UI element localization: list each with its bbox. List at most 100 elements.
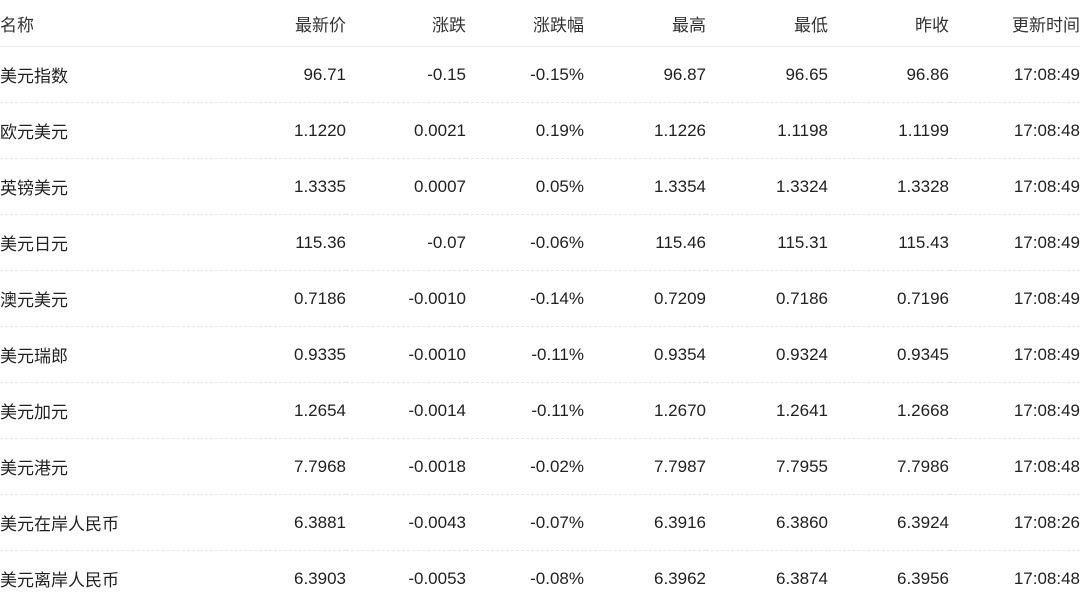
cell-high: 7.7987 [584,438,706,495]
cell-update-time: 17:08:48 [949,102,1080,159]
cell-change-pct: -0.15% [466,46,584,103]
cell-low: 6.3860 [706,494,828,551]
cell-last: 96.71 [200,46,346,103]
cell-change: 0.0021 [346,102,466,159]
cell-low: 1.2641 [706,382,828,439]
cell-update-time: 17:08:48 [949,550,1080,603]
cell-last: 1.3335 [200,158,346,215]
cell-high: 1.1226 [584,102,706,159]
cell-name[interactable]: 澳元美元 [0,270,200,327]
cell-name[interactable]: 美元在岸人民币 [0,494,200,551]
cell-name[interactable]: 美元瑞郎 [0,326,200,383]
cell-low: 115.31 [706,214,828,271]
cell-last: 6.3903 [200,550,346,603]
cell-low: 7.7955 [706,438,828,495]
cell-last: 115.36 [200,214,346,271]
cell-low: 1.1198 [706,102,828,159]
cell-prev-close: 7.7986 [828,438,949,495]
cell-low: 6.3874 [706,550,828,603]
header-change-pct: 涨跌幅 [466,0,584,47]
fx-quotes-table: 名称 最新价 涨跌 涨跌幅 最高 最低 昨收 更新时间 美元指数 96.71 -0.… [0,0,1080,603]
cell-high: 96.87 [584,46,706,103]
table-row[interactable]: 美元在岸人民币 6.3881 -0.0043 -0.07% 6.3916 6.3860 6.… [0,494,1080,551]
cell-name[interactable]: 美元日元 [0,214,200,271]
cell-update-time: 17:08:49 [949,270,1080,327]
cell-high: 1.2670 [584,382,706,439]
cell-low: 1.3324 [706,158,828,215]
cell-prev-close: 96.86 [828,46,949,103]
cell-change-pct: -0.06% [466,214,584,271]
table-row[interactable]: 美元加元 1.2654 -0.0014 -0.11% 1.2670 1.2641 1.266… [0,382,1080,439]
cell-change: -0.0053 [346,550,466,603]
cell-change: -0.07 [346,214,466,271]
cell-update-time: 17:08:48 [949,438,1080,495]
header-prev-close: 昨收 [828,0,949,47]
cell-prev-close: 1.1199 [828,102,949,159]
cell-change: -0.15 [346,46,466,103]
header-change: 涨跌 [346,0,466,47]
table-row[interactable]: 美元离岸人民币 6.3903 -0.0053 -0.08% 6.3962 6.3874 6.… [0,550,1080,603]
cell-low: 0.9324 [706,326,828,383]
table-row[interactable]: 美元日元 115.36 -0.07 -0.06% 115.46 115.31 115.43 1… [0,214,1080,271]
cell-change: -0.0043 [346,494,466,551]
cell-prev-close: 6.3924 [828,494,949,551]
header-high: 最高 [584,0,706,47]
cell-high: 0.7209 [584,270,706,327]
header-update-time: 更新时间 [949,0,1080,47]
header-low: 最低 [706,0,828,47]
cell-name[interactable]: 美元离岸人民币 [0,550,200,603]
cell-change-pct: 0.05% [466,158,584,215]
cell-high: 6.3916 [584,494,706,551]
table-body: 美元指数 96.71 -0.15 -0.15% 96.87 96.65 96.86 17:08… [0,46,1080,603]
cell-change-pct: -0.08% [466,550,584,603]
header-name: 名称 [0,0,200,47]
cell-high: 6.3962 [584,550,706,603]
cell-change-pct: -0.14% [466,270,584,327]
cell-change-pct: 0.19% [466,102,584,159]
cell-last: 0.7186 [200,270,346,327]
cell-update-time: 17:08:26 [949,494,1080,551]
cell-low: 96.65 [706,46,828,103]
cell-prev-close: 1.2668 [828,382,949,439]
cell-high: 1.3354 [584,158,706,215]
cell-update-time: 17:08:49 [949,214,1080,271]
cell-change: -0.0018 [346,438,466,495]
cell-last: 7.7968 [200,438,346,495]
cell-change-pct: -0.07% [466,494,584,551]
cell-name[interactable]: 美元港元 [0,438,200,495]
cell-change: -0.0010 [346,270,466,327]
cell-name[interactable]: 英镑美元 [0,158,200,215]
cell-last: 0.9335 [200,326,346,383]
cell-prev-close: 0.9345 [828,326,949,383]
cell-change-pct: -0.11% [466,382,584,439]
cell-prev-close: 0.7196 [828,270,949,327]
cell-change: -0.0014 [346,382,466,439]
cell-change-pct: -0.11% [466,326,584,383]
table-row[interactable]: 英镑美元 1.3335 0.0007 0.05% 1.3354 1.3324 1.3328 1… [0,158,1080,215]
cell-update-time: 17:08:49 [949,46,1080,103]
cell-name[interactable]: 欧元美元 [0,102,200,159]
cell-high: 0.9354 [584,326,706,383]
table-row[interactable]: 欧元美元 1.1220 0.0021 0.19% 1.1226 1.1198 1.1199 1… [0,102,1080,159]
cell-last: 1.2654 [200,382,346,439]
table-row[interactable]: 美元指数 96.71 -0.15 -0.15% 96.87 96.65 96.86 17:08… [0,46,1080,103]
cell-change: 0.0007 [346,158,466,215]
cell-update-time: 17:08:49 [949,326,1080,383]
cell-prev-close: 1.3328 [828,158,949,215]
table-header-row: 名称 最新价 涨跌 涨跌幅 最高 最低 昨收 更新时间 [0,0,1080,47]
table-row[interactable]: 美元瑞郎 0.9335 -0.0010 -0.11% 0.9354 0.9324 0.934… [0,326,1080,383]
cell-high: 115.46 [584,214,706,271]
cell-name[interactable]: 美元指数 [0,46,200,103]
cell-last: 6.3881 [200,494,346,551]
cell-prev-close: 6.3956 [828,550,949,603]
cell-change: -0.0010 [346,326,466,383]
cell-name[interactable]: 美元加元 [0,382,200,439]
table-row[interactable]: 澳元美元 0.7186 -0.0010 -0.14% 0.7209 0.7186 0.719… [0,270,1080,327]
cell-update-time: 17:08:49 [949,158,1080,215]
cell-last: 1.1220 [200,102,346,159]
cell-change-pct: -0.02% [466,438,584,495]
cell-low: 0.7186 [706,270,828,327]
cell-update-time: 17:08:49 [949,382,1080,439]
table-row[interactable]: 美元港元 7.7968 -0.0018 -0.02% 7.7987 7.7955 7.798… [0,438,1080,495]
header-last: 最新价 [200,0,346,47]
